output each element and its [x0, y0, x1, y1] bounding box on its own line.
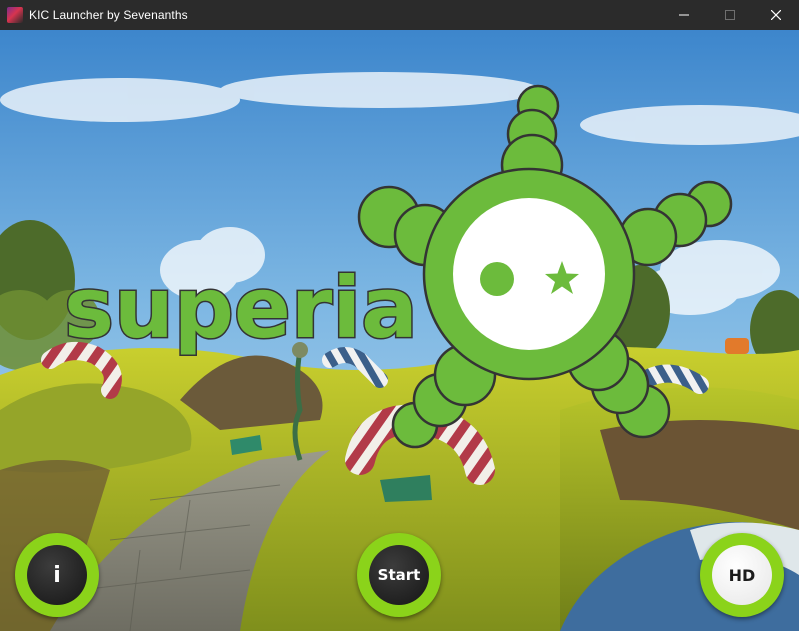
character-eye	[480, 262, 514, 296]
minimize-icon	[679, 14, 689, 16]
info-button[interactable]: i	[15, 533, 99, 617]
hd-button-label: HD	[712, 545, 772, 605]
maximize-button[interactable]	[707, 0, 753, 30]
start-button-label: Start	[369, 545, 429, 605]
info-icon: i	[27, 545, 87, 605]
app-icon	[7, 7, 23, 23]
close-icon	[771, 10, 781, 20]
window-title: KIC Launcher by Sevenanths	[29, 8, 188, 22]
minimize-button[interactable]	[661, 0, 707, 30]
window-controls	[661, 0, 799, 30]
launcher-scene: superia i Start HD	[0, 30, 799, 631]
hd-button[interactable]: HD	[700, 533, 784, 617]
close-button[interactable]	[753, 0, 799, 30]
superia-logo-text: superia	[64, 259, 418, 357]
start-button[interactable]: Start	[357, 533, 441, 617]
title-bar: KIC Launcher by Sevenanths	[0, 0, 799, 30]
maximize-icon	[725, 10, 735, 20]
